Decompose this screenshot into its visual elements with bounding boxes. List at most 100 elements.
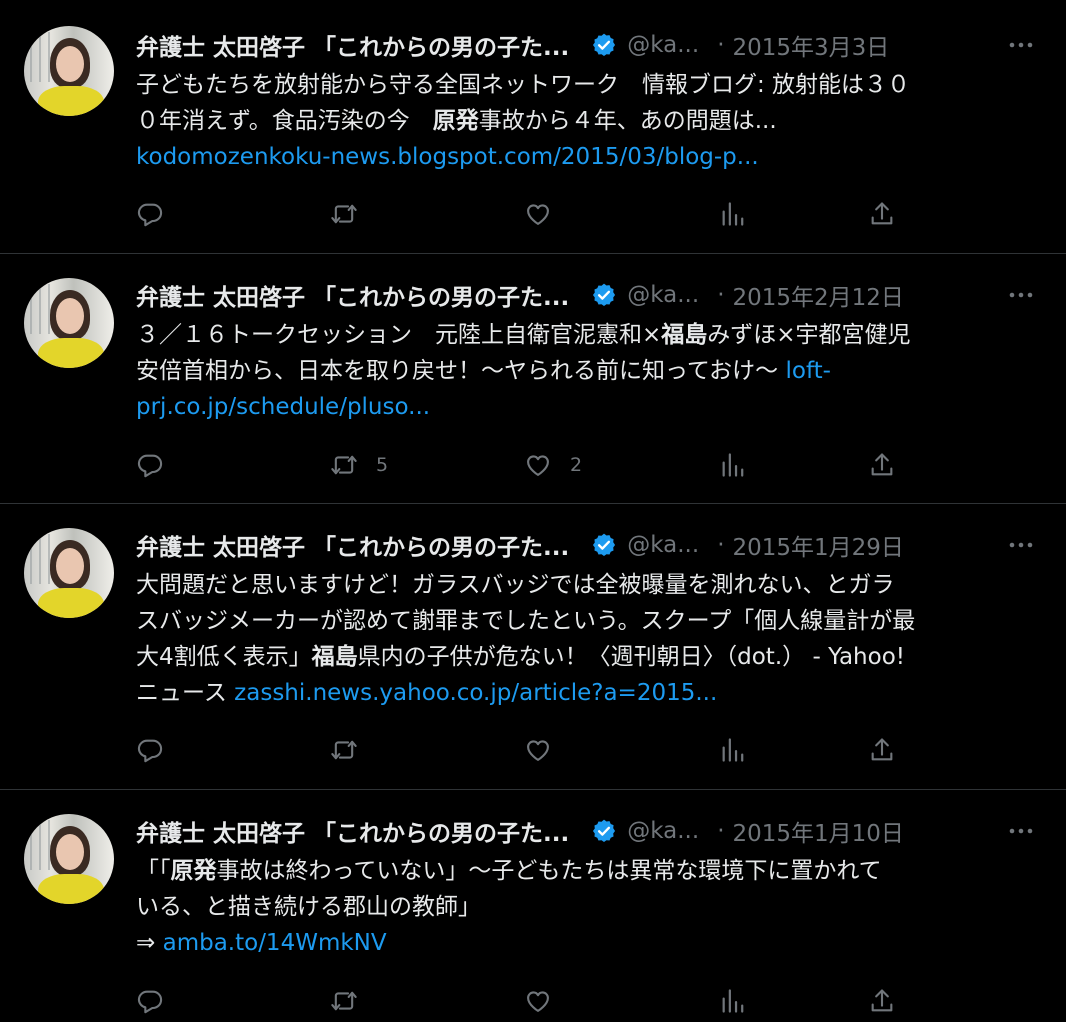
views-button[interactable] [719,981,747,1021]
views-icon [719,987,747,1015]
tweet[interactable]: 弁護士 太田啓子 「これからの男の子た... @ka... · 2015年1月1… [0,790,1066,1022]
tweet[interactable]: 弁護士 太田啓子 「これからの男の子た... @ka... · 2015年1月2… [0,504,1066,790]
separator-dot: · [717,818,725,844]
avatar[interactable] [24,814,114,904]
views-button[interactable] [719,445,747,485]
author-handle[interactable]: @ka... [627,32,699,58]
views-button[interactable] [719,194,747,234]
tweet-text-line: スバッジメーカーが認めて謝罪までしたという。スクープ「個人線量計が最 [136,603,1046,639]
tweet-text: 大問題だと思いますけど！ガラスバッジでは全被曝量を測れない、とガラ スバッジメーカ… [136,567,1046,711]
reply-icon [136,200,164,228]
three-dots-icon[interactable] [1004,280,1038,310]
tweet-date[interactable]: 2015年1月10日 [733,814,904,848]
verified-badge-icon [593,33,616,57]
like-button[interactable]: 2 [524,445,582,485]
tweet-link[interactable]: prj.co.jp/schedule/pluso... [136,394,430,420]
action-bar [0,730,1066,770]
avatar[interactable] [24,528,114,618]
like-button[interactable] [524,194,570,234]
tweet-link[interactable]: zasshi.news.yahoo.co.jp/article?a=2015..… [234,680,717,706]
verified-badge-icon [593,533,616,557]
views-icon [719,451,747,479]
like-icon [524,200,552,228]
separator-dot: · [717,282,725,308]
action-bar: 52 [0,445,1066,485]
views-icon [719,736,747,764]
avatar[interactable] [24,26,114,116]
text-segment: 安倍首相から、日本を取り戻せ！〜ヤられる前に知っておけ〜 [136,358,786,384]
retweet-button[interactable] [330,730,376,770]
tweet-text-line: ３／１６トークセッション 元陸上自衛官泥憲和×福島みずほ×宇都宮健児 [136,317,1046,353]
tweet[interactable]: 弁護士 太田啓子 「これからの男の子た... @ka... · 2015年3月3… [0,0,1066,254]
tweet-link[interactable]: amba.to/14WmkNV [163,930,387,956]
author-name[interactable]: 弁護士 太田啓子 「これからの男の子た... [136,814,569,848]
tweet-text: 子どもたちを放射能から守る全国ネットワーク 情報ブログ: 放射能は３０ ０年消えず… [136,67,1046,175]
reply-icon [136,987,164,1015]
tweet-text-line: prj.co.jp/schedule/pluso... [136,389,1046,425]
like-count: 2 [570,454,583,476]
text-segment: ニュース [136,680,235,706]
author-name[interactable]: 弁護士 太田啓子 「これからの男の子た... [136,28,569,62]
three-dots-icon[interactable] [1004,816,1038,846]
tweet-text-line: ０年消えず。食品汚染の今 原発事故から４年、あの問題は... [136,103,1046,139]
tweet-date[interactable]: 2015年2月12日 [733,278,904,312]
retweet-icon [330,451,358,479]
like-icon [524,451,552,479]
action-bar [0,194,1066,234]
share-icon [868,200,896,228]
tweet-link[interactable]: kodomozenkoku-news.blogspot.com/2015/03/… [136,144,759,170]
three-dots-icon[interactable] [1004,30,1038,60]
tweet-date[interactable]: 2015年1月29日 [733,528,904,562]
verified-badge-icon [593,819,616,843]
tweet-text-line: 「「原発事故は終わっていない」〜子どもたちは異常な環境下に置かれて [136,853,1046,889]
tweet-text-line: 大問題だと思いますけど！ガラスバッジでは全被曝量を測れない、とガラ [136,567,1046,603]
retweet-button[interactable]: 5 [330,445,388,485]
reply-button[interactable] [136,981,164,1021]
share-icon [868,451,896,479]
author-handle[interactable]: @ka... [627,282,699,308]
bold-keyword: 原発 [170,858,217,884]
retweet-button[interactable] [330,194,376,234]
text-segment: 大4割低く表示」 [136,644,312,670]
retweet-icon [330,736,358,764]
views-icon [719,200,747,228]
author-name[interactable]: 弁護士 太田啓子 「これからの男の子た... [136,528,569,562]
author-handle[interactable]: @ka... [627,818,699,844]
like-button[interactable] [524,981,570,1021]
text-segment: 「「 [136,858,171,884]
bold-keyword: 原発 [432,108,479,134]
tweet-text: 「「原発事故は終わっていない」〜子どもたちは異常な環境下に置かれて いる、と描き続… [136,853,1046,961]
text-segment: スバッジメーカーが認めて謝罪までしたという。スクープ「個人線量計が最 [136,608,916,634]
share-button[interactable] [868,981,896,1021]
separator-dot: · [717,532,725,558]
tweet-header: 弁護士 太田啓子 「これからの男の子た... @ka... · 2015年1月1… [136,814,1038,848]
avatar[interactable] [24,278,114,368]
reply-button[interactable] [136,194,164,234]
bold-keyword: 福島 [661,322,708,348]
like-button[interactable] [524,730,570,770]
author-name[interactable]: 弁護士 太田啓子 「これからの男の子た... [136,278,569,312]
tweet-text-line: ニュース zasshi.news.yahoo.co.jp/article?a=2… [136,675,1046,711]
share-button[interactable] [868,194,896,234]
bold-keyword: 福島 [311,644,358,670]
text-segment: ⇒ [136,930,163,956]
share-button[interactable] [868,730,896,770]
reply-button[interactable] [136,445,164,485]
tweet-link[interactable]: loft- [785,358,830,384]
retweet-button[interactable] [330,981,376,1021]
three-dots-icon[interactable] [1004,530,1038,560]
reply-button[interactable] [136,730,164,770]
text-segment: ０年消えず。食品汚染の今 [136,108,433,134]
text-segment: ３／１６トークセッション 元陸上自衛官泥憲和× [136,322,662,348]
tweet-text-line: 安倍首相から、日本を取り戻せ！〜ヤられる前に知っておけ〜 loft- [136,353,1046,389]
text-segment: 大問題だと思いますけど！ガラスバッジでは全被曝量を測れない、とガラ [136,572,895,598]
tweet-text-line: いる、と描き続ける郡山の教師」 [136,889,1046,925]
share-icon [868,736,896,764]
views-button[interactable] [719,730,747,770]
tweet-date[interactable]: 2015年3月3日 [733,28,890,62]
tweet[interactable]: 弁護士 太田啓子 「これからの男の子た... @ka... · 2015年2月1… [0,254,1066,504]
author-handle[interactable]: @ka... [627,532,699,558]
verified-badge-icon [593,283,616,307]
tweet-text-line: kodomozenkoku-news.blogspot.com/2015/03/… [136,139,1046,175]
share-button[interactable] [868,445,896,485]
